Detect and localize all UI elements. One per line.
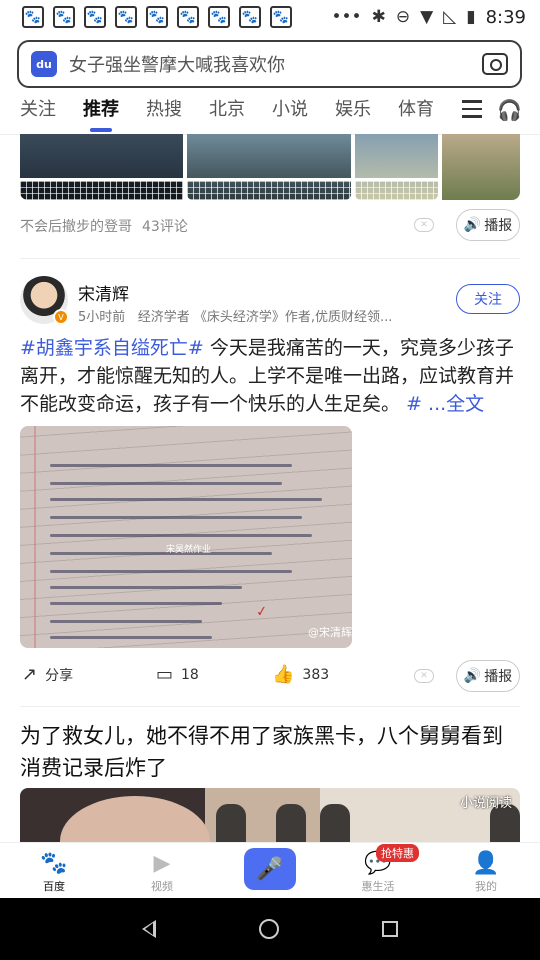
baidu-notification-icon: 🐾 [53,6,75,28]
nav-video[interactable]: ▶ 视频 [108,843,216,898]
clock: 8:39 [485,6,526,28]
thumbs-up-icon: 👍 [272,664,295,685]
microphone-icon: 🎤 [256,856,284,882]
system-navigation-bar [0,898,540,960]
baidu-notification-icon: 🐾 [146,6,168,28]
play-audio-label: 播报 [484,218,513,234]
red-ink-mark: ✓ [254,603,269,621]
channel-tabs: 关注 推荐 热搜 北京 小说 娱乐 体育 [0,96,540,134]
news-image-strip[interactable] [20,134,520,200]
battery-icon: ▮ [466,7,476,27]
full-text-link[interactable]: ...全文 [422,393,484,415]
news-thumbnail [442,134,520,200]
author-bio: 经济学者 《床头经济学》作者,优质财经领... [137,310,393,325]
baidu-paw-icon: 🐾 [40,851,68,876]
camera-icon[interactable] [482,53,508,75]
nav-label: 百度 [43,880,65,893]
promo-badge: 抢特惠 [376,844,419,862]
baidu-notification-icon: 🐾 [115,6,137,28]
back-icon[interactable] [141,920,156,938]
nav-label: 我的 [475,880,497,893]
share-button[interactable]: ↗ 分享 [22,664,73,685]
bluetooth-icon: ✱ [371,7,386,27]
like-button[interactable]: 👍 383 [272,664,329,685]
voice-search-button[interactable]: 🎤 [244,848,296,890]
divider [20,258,520,259]
author-name[interactable]: 宋清辉 [78,280,129,305]
post-image[interactable]: ✓ 宋昊然作业 @宋清辉 [20,426,352,648]
person-icon: 👤 [472,851,500,876]
share-icon: ↗ [22,664,38,685]
recent-apps-icon[interactable] [382,921,399,937]
tab-sports[interactable]: 体育 [398,96,434,124]
nav-baidu[interactable]: 🐾 百度 [0,843,108,898]
baidu-notification-icon: 🐾 [22,6,44,28]
baidu-notification-icon: 🐾 [177,6,199,28]
search-input[interactable]: 女子强坐警摩大喊我喜欢你 [69,51,482,77]
speaker-icon: 🔊 [463,217,482,233]
tab-hot-search[interactable]: 热搜 [146,96,182,124]
dislike-icon[interactable]: ✕ [414,669,434,683]
news-meta: 不会后撤步的登哥 43评论 [20,216,188,236]
baidu-notification-icon: 🐾 [239,6,261,28]
hashtag-link[interactable]: # [406,393,422,415]
tab-recommend[interactable]: 推荐 [83,96,119,132]
article-headline[interactable]: 为了救女儿，她不得不用了家族黑卡，八个舅舅看到消费记录后炸了 [20,720,520,784]
post-time: 5小时前 [78,310,126,325]
image-watermark: 宋昊然作业 [166,545,212,555]
play-audio-button[interactable]: 🔊 播报 [456,209,520,241]
news-thumbnail [20,134,184,200]
thumbnail-label: 小说阅读 [459,796,512,811]
status-bar: 🐾 🐾 🐾 🐾 🐾 🐾 🐾 🐾 🐾 ••• ✱ ⊖ ▼ ◺ ▮ 8:39 [0,0,540,34]
baidu-notification-icon: 🐾 [270,6,292,28]
play-audio-label: 播报 [484,669,513,685]
like-count: 383 [302,666,330,683]
speaker-icon: 🔊 [463,668,482,684]
baidu-logo-icon: du [31,51,57,77]
baidu-notification-icon: 🐾 [84,6,106,28]
hashtag-link[interactable]: #胡鑫宇系自缢死亡# [20,337,204,359]
news-thumbnail [187,134,351,200]
headset-icon[interactable]: 🎧 [497,98,522,122]
article-thumbnail[interactable]: 小说阅读 [20,788,520,844]
no-signal-icon: ◺ [443,7,457,27]
comment-button[interactable]: ▭ 18 [156,664,199,685]
tab-entertainment[interactable]: 娱乐 [335,96,371,124]
dislike-icon[interactable]: ✕ [414,218,434,232]
tab-novel[interactable]: 小说 [272,96,308,124]
nav-label: 视频 [151,880,173,893]
baidu-notification-icon: 🐾 [208,6,230,28]
news-source[interactable]: 不会后撤步的登哥 [20,216,132,236]
tab-follow[interactable]: 关注 [20,96,56,124]
verified-badge-icon: V [53,309,69,325]
post-body[interactable]: #胡鑫宇系自缢死亡# 今天是我痛苦的一天，究竟多少孩子离开，才能惊醒无知的人。上… [20,334,520,418]
comment-count[interactable]: 43评论 [142,216,188,236]
image-credit: @宋清辉 [308,626,352,639]
divider [20,706,520,707]
dnd-icon: ⊖ [395,7,411,27]
news-thumbnail [354,134,439,200]
nav-mine[interactable]: 👤 我的 [432,843,540,898]
search-bar[interactable]: du 女子强坐警摩大喊我喜欢你 [17,40,522,88]
home-icon[interactable] [258,919,279,939]
wifi-icon: ▼ [420,7,434,27]
play-audio-button[interactable]: 🔊 播报 [456,660,520,692]
author-meta: 5小时前 经济学者 《床头经济学》作者,优质财经领... [78,306,392,325]
follow-button[interactable]: 关注 [456,284,520,314]
video-play-icon: ▶ [153,851,171,876]
tab-beijing[interactable]: 北京 [209,96,245,124]
nav-label: 惠生活 [361,880,395,893]
share-label: 分享 [45,667,74,684]
notification-icons: 🐾 🐾 🐾 🐾 🐾 🐾 🐾 🐾 🐾 [22,6,292,28]
channel-menu-icon[interactable] [462,100,482,123]
comment-count: 18 [181,666,199,683]
comment-icon: ▭ [156,664,174,685]
more-dots-icon: ••• [331,7,362,27]
